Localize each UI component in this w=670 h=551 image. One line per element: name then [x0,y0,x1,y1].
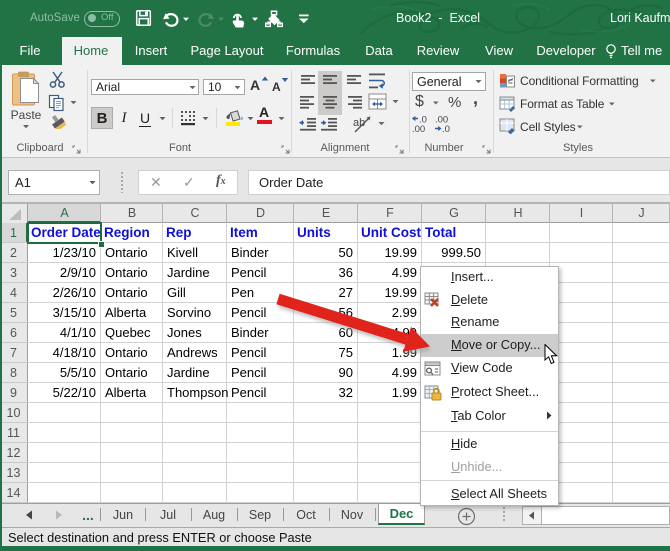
svg-text:.0: .0 [442,124,450,134]
svg-text:.00: .00 [412,124,425,134]
